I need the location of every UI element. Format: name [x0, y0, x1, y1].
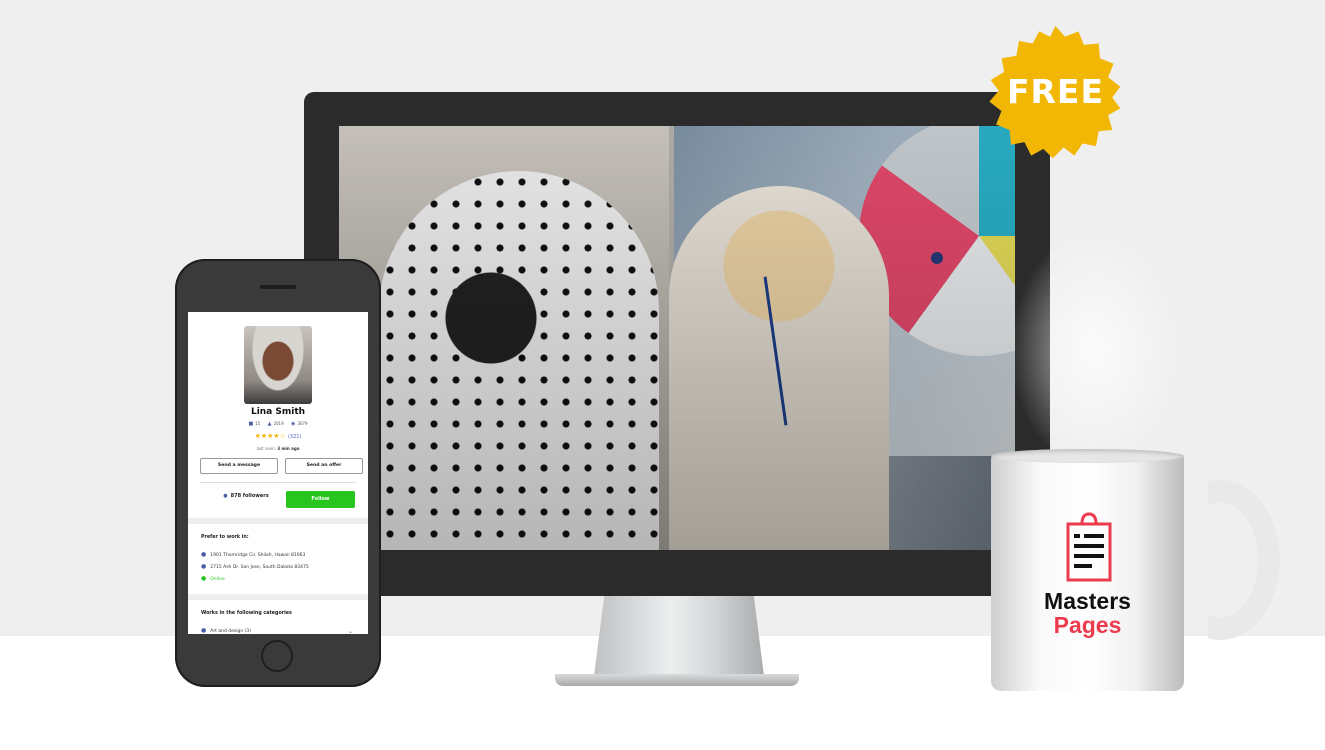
- eye-icon: ◉: [290, 421, 296, 427]
- brand-name-line2: Pages: [1053, 612, 1122, 638]
- section-separator: [188, 594, 368, 600]
- last-seen-label: last seen:: [256, 446, 276, 451]
- rating-count[interactable]: (321): [288, 434, 301, 440]
- monitor-stand: [594, 596, 764, 676]
- brand-name-line1: Masters: [1044, 588, 1131, 614]
- phone-speaker: [260, 285, 296, 289]
- section-separator: [188, 518, 368, 524]
- category-item[interactable]: ● Art and design (3): [201, 627, 251, 634]
- map-pin-icon: ●: [201, 563, 207, 570]
- last-seen-value: 3 min ago: [277, 446, 300, 451]
- phone-screen-profile: Lina Smith ■ 15 ▲ 2019 ◉ 3079 ★★★★☆ (321) la…: [188, 312, 368, 634]
- category-icon: ●: [201, 627, 207, 634]
- follow-button[interactable]: Follow: [286, 491, 355, 508]
- mug-rim: [991, 449, 1184, 463]
- location-text: 1901 Thornridge Cir. Shiloh, Hawaii 8106…: [210, 553, 306, 558]
- monitor-screen-photo: [339, 126, 1015, 550]
- photo-shade: [339, 126, 1015, 550]
- map-pin-icon: ●: [201, 551, 207, 558]
- prefer-title: Prefer to work in:: [201, 535, 249, 540]
- category-text: Art and design (3): [210, 629, 252, 634]
- profile-name: Lina Smith: [250, 407, 306, 417]
- location-text: Online: [210, 577, 225, 582]
- user-icon: ●: [223, 493, 228, 499]
- phone-home-button[interactable]: [261, 640, 293, 672]
- followers-count: ● 878 followers: [206, 493, 286, 499]
- categories-title: Works in the following categories: [201, 611, 292, 616]
- masters-pages-logo-icon: [1066, 512, 1112, 582]
- followers-label: 878 followers: [230, 493, 269, 499]
- briefcase-icon: ■: [248, 421, 254, 427]
- send-message-button[interactable]: Send a message: [200, 458, 278, 474]
- star-rating-icon: ★★★★☆: [254, 432, 286, 440]
- location-text: 2715 Ash Dr. San Jose, South Dakota 8347…: [210, 565, 309, 570]
- location-item-online: ● Online: [201, 575, 225, 582]
- avatar: [244, 326, 312, 404]
- stat-jobs: ■ 15: [248, 421, 261, 427]
- free-badge-label: FREE: [1006, 72, 1105, 111]
- steam: [1010, 230, 1180, 470]
- chevron-down-icon[interactable]: ⌄: [348, 628, 353, 634]
- location-item: ● 2715 Ash Dr. San Jose, South Dakota 834…: [201, 563, 309, 570]
- stat-views: ◉ 3079: [290, 421, 308, 427]
- divider: [200, 482, 356, 483]
- stat-likes: ▲ 2019: [267, 421, 284, 427]
- profile-stats: ■ 15 ▲ 2019 ◉ 3079: [188, 421, 368, 427]
- last-seen: last seen: 3 min ago: [188, 446, 368, 451]
- monitor-stand-base: [555, 674, 799, 686]
- thumbs-up-icon: ▲: [267, 421, 272, 427]
- profile-rating: ★★★★☆ (321): [188, 432, 368, 440]
- location-item: ● 1901 Thornridge Cir. Shiloh, Hawaii 810…: [201, 551, 305, 558]
- map-pin-icon: ●: [201, 575, 207, 582]
- send-offer-button[interactable]: Send an offer: [285, 458, 363, 474]
